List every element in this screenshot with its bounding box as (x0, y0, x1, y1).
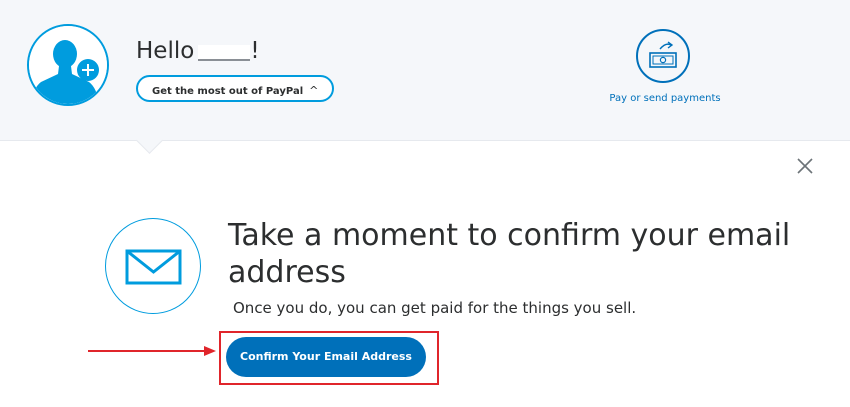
greeting-suffix: ! (250, 38, 260, 64)
confirm-email-button[interactable]: Confirm Your Email Address (226, 337, 426, 377)
account-header: Hello! Get the most out of PayPal ^ Pay o… (0, 0, 850, 141)
cash-send-icon (649, 41, 677, 68)
confirm-email-headline: Take a moment to confirm your email addr… (228, 218, 791, 290)
redacted-name (198, 45, 251, 61)
profile-avatar[interactable] (27, 24, 109, 106)
confirm-email-subtext: Once you do, you can get paid for the th… (233, 299, 637, 317)
annotation-arrow-icon (88, 346, 216, 356)
pay-or-send-label[interactable]: Pay or send payments (565, 93, 765, 104)
envelope-badge (105, 218, 201, 314)
promo-button-label: Get the most out of PayPal (152, 86, 304, 97)
close-icon[interactable] (795, 156, 815, 176)
greeting: Hello! (136, 38, 260, 64)
get-most-out-of-paypal-button[interactable]: Get the most out of PayPal ^ (136, 75, 335, 102)
envelope-icon (125, 249, 182, 285)
pay-or-send-button[interactable] (636, 29, 690, 83)
greeting-text: Hello (136, 38, 195, 64)
user-add-icon (29, 26, 107, 104)
chevron-up-icon: ^ (309, 84, 319, 97)
